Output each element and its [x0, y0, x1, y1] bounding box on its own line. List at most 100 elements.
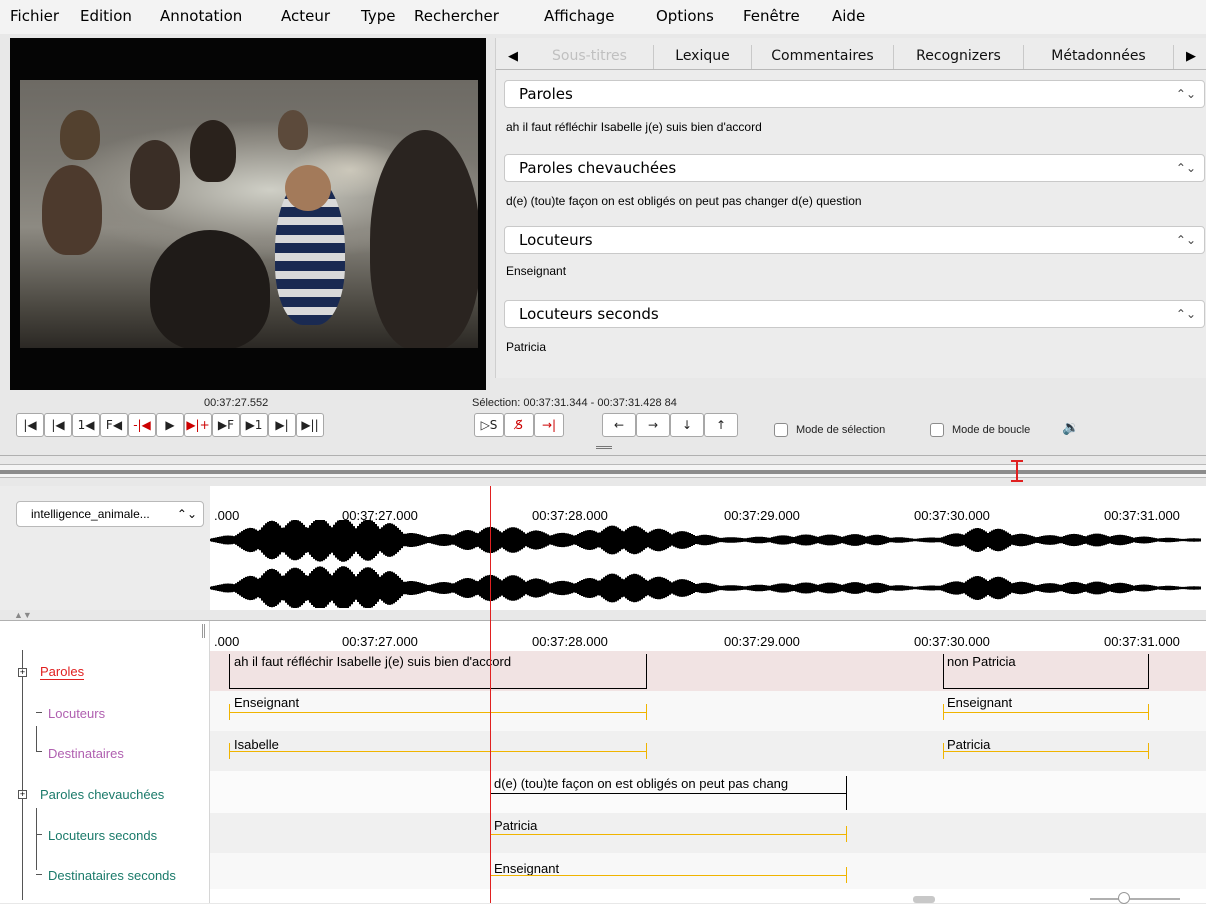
menu-aide[interactable]: Aide	[832, 7, 865, 25]
media-file-select[interactable]: intelligence_animale... ⌃⌄	[16, 501, 204, 527]
clear-selection-button[interactable]: S̸	[504, 413, 534, 437]
splitter-handle[interactable]	[596, 446, 612, 449]
tier-name-locuteurs-seconds[interactable]: Locuteurs seconds	[48, 828, 157, 843]
menu-type[interactable]: Type	[361, 7, 395, 25]
annotation-boundary	[846, 776, 847, 810]
annotation-bar	[491, 875, 847, 876]
annotation-label[interactable]: non Patricia	[947, 654, 1016, 669]
horizontal-scroll-thumb[interactable]	[913, 896, 935, 903]
volume-icon[interactable]: 🔉	[1062, 419, 1079, 436]
next-boundary-button[interactable]: ▶|+	[184, 413, 212, 437]
go-to-begin-button[interactable]: |◀	[16, 413, 44, 437]
playhead-cursor[interactable]	[490, 486, 491, 903]
step-back-f-button[interactable]: F◀	[100, 413, 128, 437]
tier-track-destinataires-seconds[interactable]	[210, 853, 1206, 889]
tab-scroll-right-icon[interactable]: ▶	[1186, 48, 1196, 64]
subtitle-tier-select[interactable]: Locuteurs ⌃⌄	[504, 226, 1205, 254]
ruler-tick-label: .000	[214, 634, 240, 649]
annotation-boundary	[646, 704, 647, 720]
subtitle-panel: ◀ Sous-titres Lexique Commentaires Recog…	[495, 38, 1206, 378]
annotation-bar	[943, 688, 1149, 689]
tier-name-destinataires[interactable]: Destinataires	[48, 746, 124, 761]
subtitle-tier-select[interactable]: Locuteurs seconds ⌃⌄	[504, 300, 1205, 328]
menu-fenetre[interactable]: Fenêtre	[743, 7, 800, 25]
play-selection-button[interactable]: ▷S	[474, 413, 504, 437]
annotation-label[interactable]: Patricia	[947, 737, 990, 752]
menu-fichier[interactable]: Fichier	[10, 7, 59, 25]
annotation-boundary	[943, 654, 944, 689]
overview-bar[interactable]	[0, 464, 1206, 478]
move-down-button[interactable]: ↓	[670, 413, 704, 437]
step-back-1-button[interactable]: 1◀	[72, 413, 100, 437]
ruler-tick-label: 00:37:27.000	[342, 634, 418, 649]
annotation-label[interactable]: Enseignant	[947, 695, 1012, 710]
menu-acteur[interactable]: Acteur	[281, 7, 330, 25]
tree-branch	[36, 834, 42, 835]
resize-arrows-icon[interactable]: ▲▼	[14, 610, 32, 620]
tree-line	[36, 726, 37, 751]
person-shape	[150, 230, 270, 348]
play-button[interactable]: ▶	[156, 413, 184, 437]
annotation-label[interactable]: Enseignant	[234, 695, 299, 710]
menu-bar: Fichier Edition Annotation Acteur Type R…	[0, 0, 1206, 34]
tab-bar: ◀ Sous-titres Lexique Commentaires Recog…	[496, 42, 1206, 70]
move-left-button[interactable]: ←	[602, 413, 636, 437]
menu-annotation[interactable]: Annotation	[160, 7, 242, 25]
tree-branch	[36, 874, 42, 875]
video-player[interactable]	[10, 38, 486, 390]
menu-affichage[interactable]: Affichage	[544, 7, 614, 25]
chevron-updown-icon: ⌃⌄	[1175, 87, 1196, 101]
chevron-updown-icon: ⌃⌄	[176, 507, 197, 521]
tier-name-locuteurs[interactable]: Locuteurs	[48, 706, 105, 721]
tab-metadonnees[interactable]: Métadonnées	[1024, 45, 1174, 69]
tab-lexique[interactable]: Lexique	[654, 45, 752, 69]
expand-icon[interactable]: +	[18, 790, 27, 799]
move-right-button[interactable]: →	[636, 413, 670, 437]
menu-edition[interactable]: Edition	[80, 7, 132, 25]
annotation-bar	[229, 688, 647, 689]
mode-selection-checkbox[interactable]	[774, 423, 788, 437]
tier-name-paroles[interactable]: Paroles	[40, 664, 85, 680]
tier-select-label: Paroles	[519, 85, 573, 103]
tier-select-label: Paroles chevauchées	[519, 159, 677, 177]
tab-sous-titres[interactable]: Sous-titres	[526, 45, 654, 69]
previous-frame-button[interactable]: |◀	[44, 413, 72, 437]
tier-select-label: Locuteurs	[519, 231, 593, 249]
annotation-boundary	[846, 867, 847, 883]
zoom-slider[interactable]	[1090, 898, 1180, 900]
video-frame	[20, 80, 478, 348]
tier-track-locuteurs[interactable]	[210, 691, 1206, 731]
selection-label: Sélection: 00:37:31.344 - 00:37:31.428 8…	[472, 397, 677, 409]
annotation-boundary	[943, 743, 944, 759]
menu-options[interactable]: Options	[656, 7, 714, 25]
selection-end-button[interactable]: →|	[534, 413, 564, 437]
tier-name-destinataires-seconds[interactable]: Destinataires seconds	[48, 868, 176, 883]
tab-commentaires[interactable]: Commentaires	[752, 45, 894, 69]
tier-name-paroles-chevauchees[interactable]: Paroles chevauchées	[40, 787, 164, 802]
step-forward-1-button[interactable]: ▶1	[240, 413, 268, 437]
person-shape	[370, 130, 478, 348]
previous-boundary-button[interactable]: -|◀	[128, 413, 156, 437]
annotation-label[interactable]: ah il faut réfléchir Isabelle j(e) suis …	[234, 654, 511, 669]
tier-panel-resize-handle[interactable]	[202, 624, 205, 638]
next-frame-button[interactable]: ▶|	[268, 413, 296, 437]
step-forward-f-button[interactable]: ▶F	[212, 413, 240, 437]
zoom-slider-knob[interactable]	[1118, 892, 1130, 904]
annotation-label[interactable]: d(e) (tou)te façon on est obligés on peu…	[494, 776, 788, 791]
annotation-label[interactable]: Isabelle	[234, 737, 279, 752]
go-to-end-button[interactable]: ▶||	[296, 413, 324, 437]
overview-cursor-bottom	[1011, 480, 1023, 482]
tier-track-locuteurs-seconds[interactable]	[210, 813, 1206, 853]
annotation-label[interactable]: Enseignant	[494, 861, 559, 876]
move-up-button[interactable]: ↑	[704, 413, 738, 437]
subtitle-tier-select[interactable]: Paroles chevauchées ⌃⌄	[504, 154, 1205, 182]
subtitle-text: Patricia	[506, 340, 547, 354]
mode-boucle-checkbox[interactable]	[930, 423, 944, 437]
menu-rechercher[interactable]: Rechercher	[414, 7, 499, 25]
subtitle-tier-select[interactable]: Paroles ⌃⌄	[504, 80, 1205, 108]
expand-icon[interactable]: +	[18, 668, 27, 677]
tab-scroll-left-icon[interactable]: ◀	[508, 48, 518, 64]
tab-recognizers[interactable]: Recognizers	[894, 45, 1024, 69]
annotation-label[interactable]: Patricia	[494, 818, 537, 833]
waveform-channel	[210, 566, 1201, 608]
